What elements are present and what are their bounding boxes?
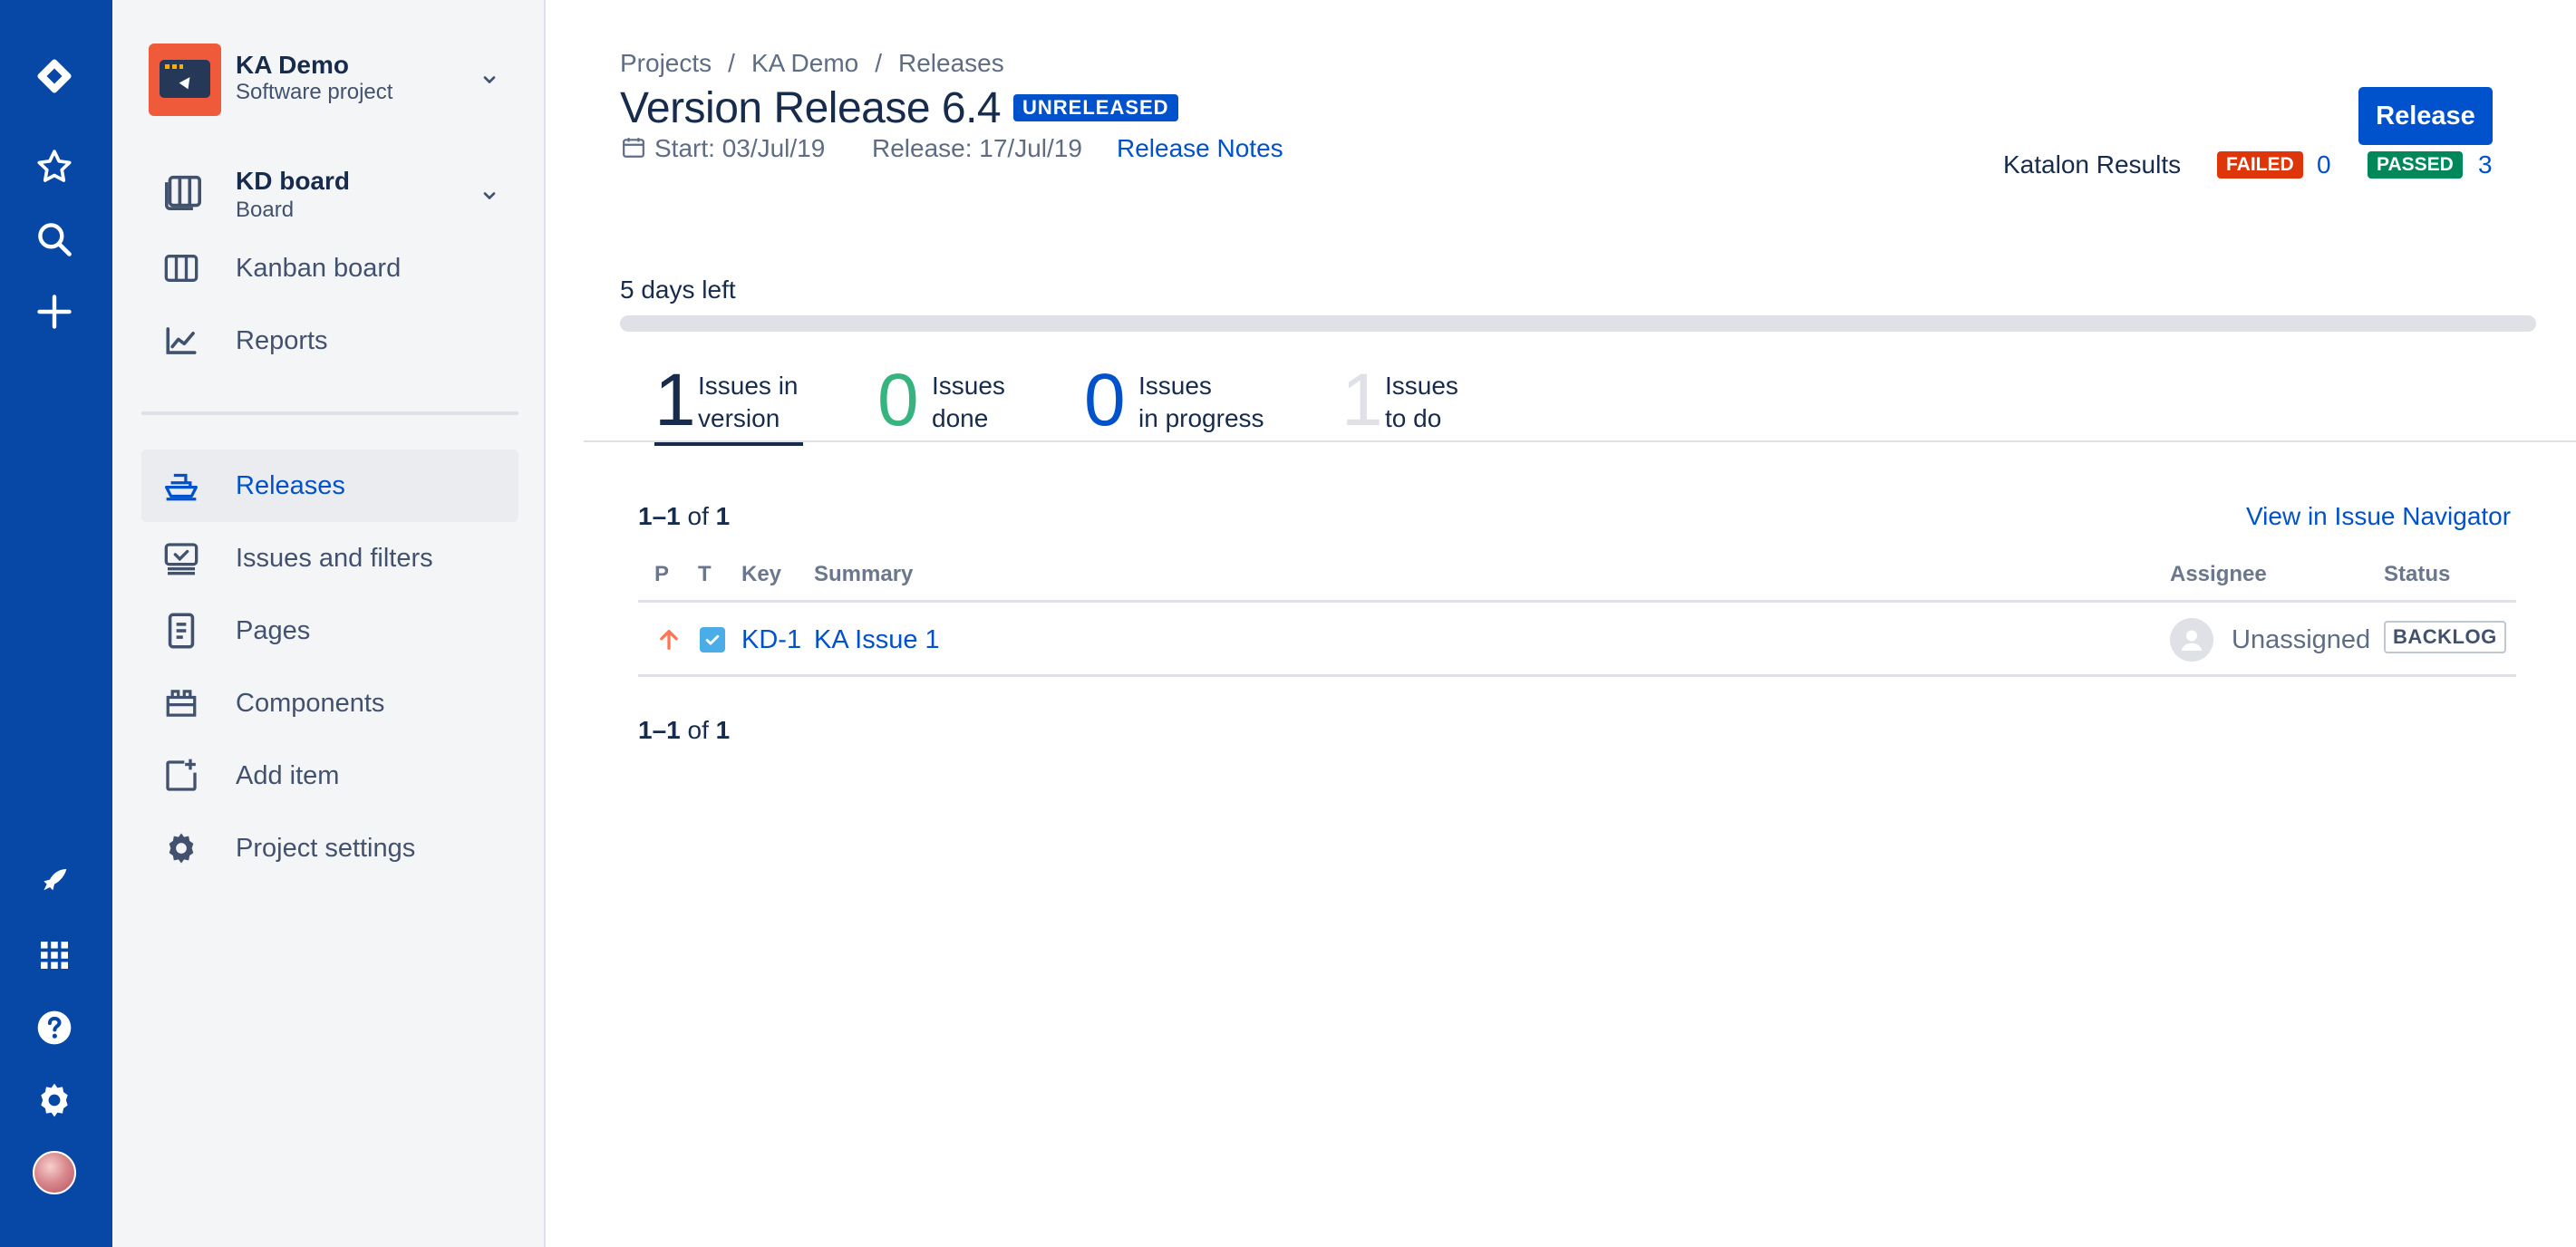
stat-label: Issues in version [698,372,799,432]
stat-number: 1 [1341,359,1383,441]
release-date: Release: 17/Jul/19 [872,134,1082,162]
status-badge: UNRELEASED [1013,94,1178,121]
board-type: Board [236,198,295,222]
column-header-assignee[interactable]: Assignee [2170,562,2267,587]
failed-count[interactable]: 0 [2317,150,2331,179]
stat-number: 0 [1084,359,1126,441]
stat-issues-in-version[interactable]: 1 Issues in version [654,359,809,446]
sidebar-item-project-settings[interactable]: Project settings [141,812,518,884]
status-badge[interactable]: BACKLOG [2384,621,2506,653]
issue-summary-link[interactable]: KA Issue 1 [814,625,940,655]
sidebar-item-label: Releases [236,470,345,500]
issue-key-link[interactable]: KD-1 [741,625,801,655]
start-date: Start: 03/Jul/19 [654,134,826,162]
sidebar-item-pages[interactable]: Pages [141,594,518,667]
sidebar-item-components[interactable]: Components [141,667,518,740]
calendar-icon [622,136,645,164]
result-count-top: 1–1 of 1 [638,502,731,530]
sidebar-item-label: Components [236,688,385,718]
release-button[interactable]: Release [2358,87,2493,145]
column-header-summary[interactable]: Summary [814,562,913,587]
help-icon[interactable] [29,1002,80,1053]
tabs-divider [584,440,2576,442]
stat-issues-to-do[interactable]: 1 Issues to do [1341,359,1487,442]
reports-icon [163,323,199,359]
plus-icon[interactable] [29,286,80,337]
apps-icon[interactable] [29,930,80,981]
sidebar-item-label: Issues and filters [236,543,433,573]
chevron-down-icon[interactable] [479,69,500,91]
board-name[interactable]: KD board [236,167,350,196]
assignee-name: Unassigned [2232,625,2371,654]
sidebar-item-label: Project settings [236,833,416,863]
project-type: Software project [236,80,393,104]
sidebar-item-label: Reports [236,325,328,355]
add-item-icon [163,758,199,794]
issues-icon [163,540,199,576]
page-icon [163,613,199,649]
stat-label: Issues in progress [1138,372,1264,432]
days-left: 5 days left [620,276,736,304]
avatar [2170,618,2213,662]
stat-label: Issues to do [1385,372,1458,432]
sidebar-divider [141,411,518,415]
passed-count[interactable]: 3 [2478,150,2493,179]
project-avatar[interactable] [149,44,221,116]
project-name[interactable]: KA Demo [236,51,349,80]
breadcrumb-releases[interactable]: Releases [898,49,1004,77]
release-progress-bar [620,315,2536,332]
stat-number: 1 [654,359,696,441]
view-in-issue-navigator-link[interactable]: View in Issue Navigator [2246,502,2511,531]
sidebar-item-reports[interactable]: Reports [141,304,518,377]
sidebar-item-label: Kanban board [236,253,402,283]
column-header-type[interactable]: T [698,562,712,587]
breadcrumb-separator: / [728,49,735,77]
column-header-priority[interactable]: P [654,562,669,587]
sidebar-item-label: Pages [236,615,311,645]
star-icon[interactable] [29,141,80,192]
failed-badge: FAILED [2217,151,2303,179]
stat-issues-in-progress[interactable]: 0 Issues in progress [1084,359,1293,442]
settings-icon[interactable] [29,1075,80,1126]
release-notes-link[interactable]: Release Notes [1117,134,1283,163]
arrow-up-icon [656,627,682,657]
chevron-down-icon[interactable] [479,185,500,207]
breadcrumb-separator: / [875,49,882,77]
stat-number: 0 [877,359,919,441]
board-icon [163,174,203,215]
stat-label: Issues done [932,372,1005,432]
breadcrumb-project[interactable]: KA Demo [751,49,858,77]
breadcrumb-projects[interactable]: Projects [620,49,712,77]
global-navigation [0,0,112,1247]
sidebar-item-kanban-board[interactable]: Kanban board [141,232,518,304]
katalon-results-label: Katalon Results [2003,150,2182,179]
stat-issues-done[interactable]: 0 Issues done [877,359,1022,442]
column-header-key[interactable]: Key [741,562,781,587]
jira-logo-icon[interactable] [29,51,80,102]
page-title: Version Release 6.4 [620,84,1002,132]
project-sidebar: KA Demo Software project KD board Board … [112,0,546,1247]
breadcrumb: Projects / KA Demo / Releases [620,49,1004,78]
gear-icon [163,830,199,866]
sidebar-item-issues-and-filters[interactable]: Issues and filters [141,522,518,594]
column-header-status[interactable]: Status [2384,562,2450,587]
ship-icon [163,468,199,504]
sidebar-item-add-item[interactable]: Add item [141,740,518,812]
search-icon[interactable] [29,214,80,265]
kanban-icon [163,250,199,286]
sidebar-item-releases[interactable]: Releases [141,450,518,522]
result-count-bottom: 1–1 of 1 [638,716,731,744]
table-header-divider [638,600,2516,603]
task-icon [700,627,725,652]
sidebar-item-label: Add item [236,760,340,790]
notification-icon[interactable] [29,857,80,908]
user-avatar[interactable] [33,1151,76,1194]
table-row-divider [638,674,2516,677]
component-icon [163,685,199,721]
passed-badge: PASSED [2368,151,2463,179]
